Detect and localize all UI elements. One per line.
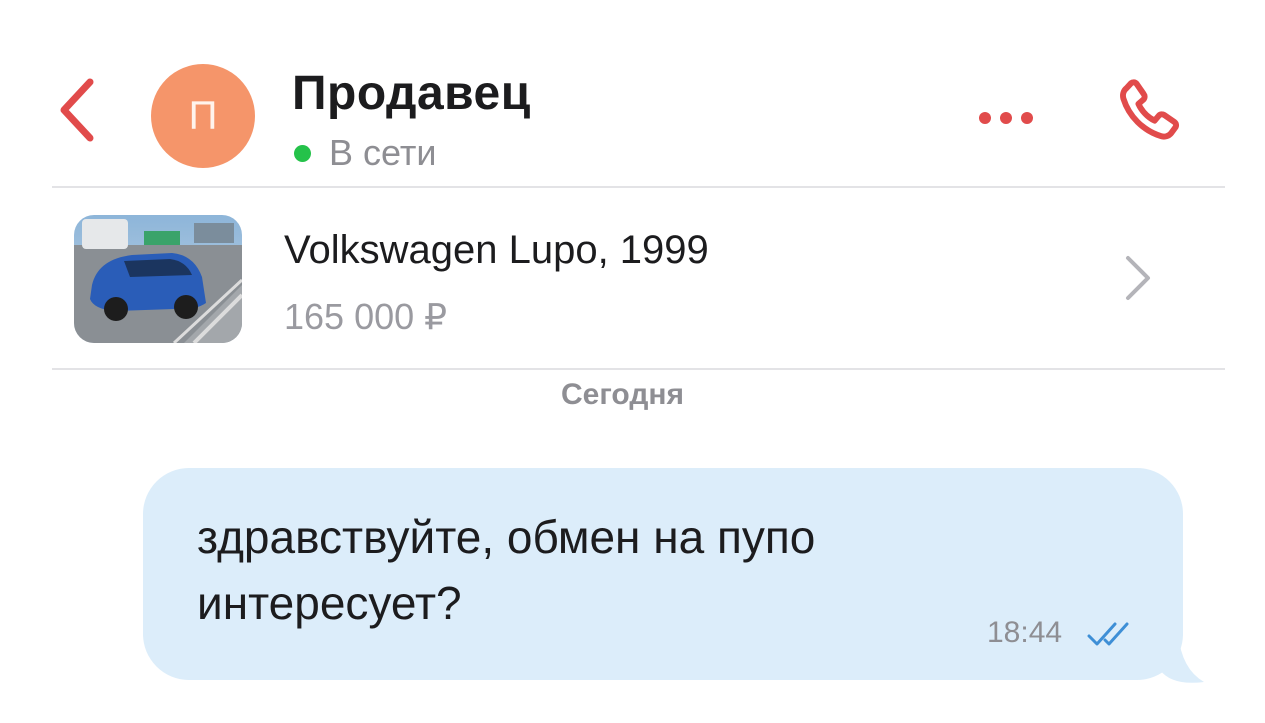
call-button[interactable] [1108, 72, 1192, 156]
date-separator: Сегодня [560, 378, 685, 411]
message-bubble[interactable]: здравствуйте, обмен на пупо интересует? … [143, 468, 1183, 680]
message-text: здравствуйте, обмен на пупо интересует? [197, 511, 816, 629]
contact-name: Продавец [292, 67, 531, 120]
status-text: В сети [329, 132, 437, 173]
phone-icon [1120, 79, 1180, 140]
listing-title: Volkswagen Lupo, 1999 [284, 228, 709, 272]
avatar[interactable]: П [151, 64, 255, 168]
listing-divider [52, 368, 1225, 370]
avatar-letter: П [188, 93, 218, 138]
online-dot-icon [294, 144, 311, 162]
more-button[interactable] [975, 105, 1037, 131]
message-time: 18:44 [987, 616, 1063, 649]
online-status: В сети [292, 132, 436, 174]
more-dots-icon [979, 112, 1033, 124]
chevron-left-icon [60, 78, 94, 142]
car-thumbnail [74, 215, 242, 343]
listing-price: 165 000 ₽ [284, 296, 448, 337]
double-check-icon [1087, 622, 1129, 646]
back-button[interactable] [50, 70, 110, 150]
chat-screen: П Продавец В сети Volkswagen Lupo, 1999 … [0, 0, 1265, 723]
chevron-right-icon [1126, 256, 1150, 300]
listing-card[interactable]: Volkswagen Lupo, 1999 165 000 ₽ [0, 188, 1265, 368]
chat-header: П Продавец В сети [0, 0, 1265, 186]
